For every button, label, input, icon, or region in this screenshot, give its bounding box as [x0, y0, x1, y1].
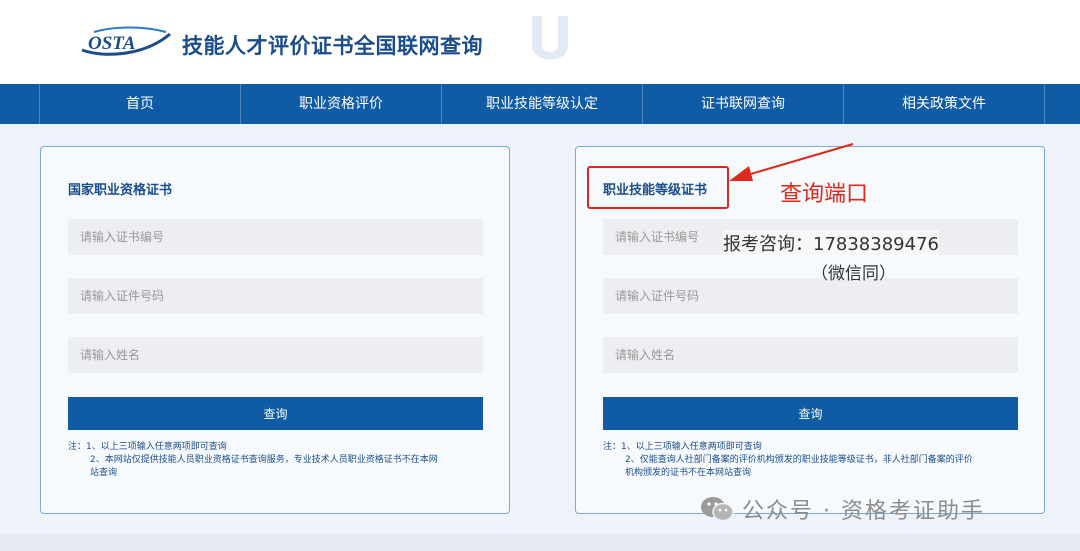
main-nav: 首页 职业资格评价 职业技能等级认定 证书联网查询 相关政策文件 [0, 84, 1080, 124]
id-number-input[interactable] [68, 278, 483, 314]
panel-title: 国家职业资格证书 [68, 183, 173, 198]
query-notes: 注：1、以上三项输入任意两项即可查询 2、本网站仅提供技能人员职业资格证书查询服… [68, 441, 488, 480]
contact-note: （微信同） [811, 264, 896, 284]
contact-info: 报考咨询：17838389476 [723, 230, 939, 256]
certificate-number-input[interactable] [68, 219, 483, 255]
osta-logo[interactable]: OSTA [74, 24, 174, 60]
footer-watermark-text: 公众号 · 资格考证助手 [742, 499, 985, 524]
query-port-label: 查询端口 [780, 182, 869, 207]
note-line: 注：1、以上三项输入任意两项即可查询 [603, 442, 762, 452]
nav-item-home[interactable]: 首页 [40, 84, 241, 124]
query-notes: 注：1、以上三项输入任意两项即可查询 2、仅能查询人社部门备案的评价机构颁发的职… [603, 441, 1023, 480]
bottom-bar [0, 534, 1080, 551]
note-line: 2、仅能查询人社部门备案的评价机构颁发的职业技能等级证书，非人社部门备案的评价 [625, 455, 973, 465]
footer-watermark: 公众号 · 资格考证助手 [700, 494, 985, 524]
site-title: 技能人才评价证书全国联网查询 [182, 34, 483, 58]
qualification-certificate-panel: 国家职业资格证书 查询 注：1、以上三项输入任意两项即可查询 2、本网站仅提供技… [40, 146, 510, 514]
query-button[interactable]: 查询 [603, 397, 1018, 430]
nav-item-skill-level-certification[interactable]: 职业技能等级认定 [442, 84, 643, 124]
name-input[interactable] [68, 337, 483, 373]
wechat-icon [701, 497, 734, 522]
note-line: 注：1、以上三项输入任意两项即可查询 [68, 442, 227, 452]
nav-item-policy-documents[interactable]: 相关政策文件 [844, 84, 1045, 124]
name-input[interactable] [603, 337, 1018, 373]
note-line: 机构颁发的证书不在本网站查询 [625, 468, 752, 478]
note-line: 站查询 [90, 468, 118, 478]
nav-edge [0, 84, 40, 124]
nav-item-qualification-evaluation[interactable]: 职业资格评价 [241, 84, 442, 124]
logo-text: OSTA [88, 33, 136, 54]
site-header: OSTA 技能人才评价证书全国联网查询 [0, 0, 1080, 84]
highlight-box [587, 166, 729, 209]
note-line: 2、本网站仅提供技能人员职业资格证书查询服务，专业技术人员职业资格证书不在本网 [90, 455, 438, 465]
watermark-logo-icon [532, 16, 568, 60]
nav-item-certificate-query[interactable]: 证书联网查询 [643, 84, 844, 124]
query-button[interactable]: 查询 [68, 397, 483, 430]
